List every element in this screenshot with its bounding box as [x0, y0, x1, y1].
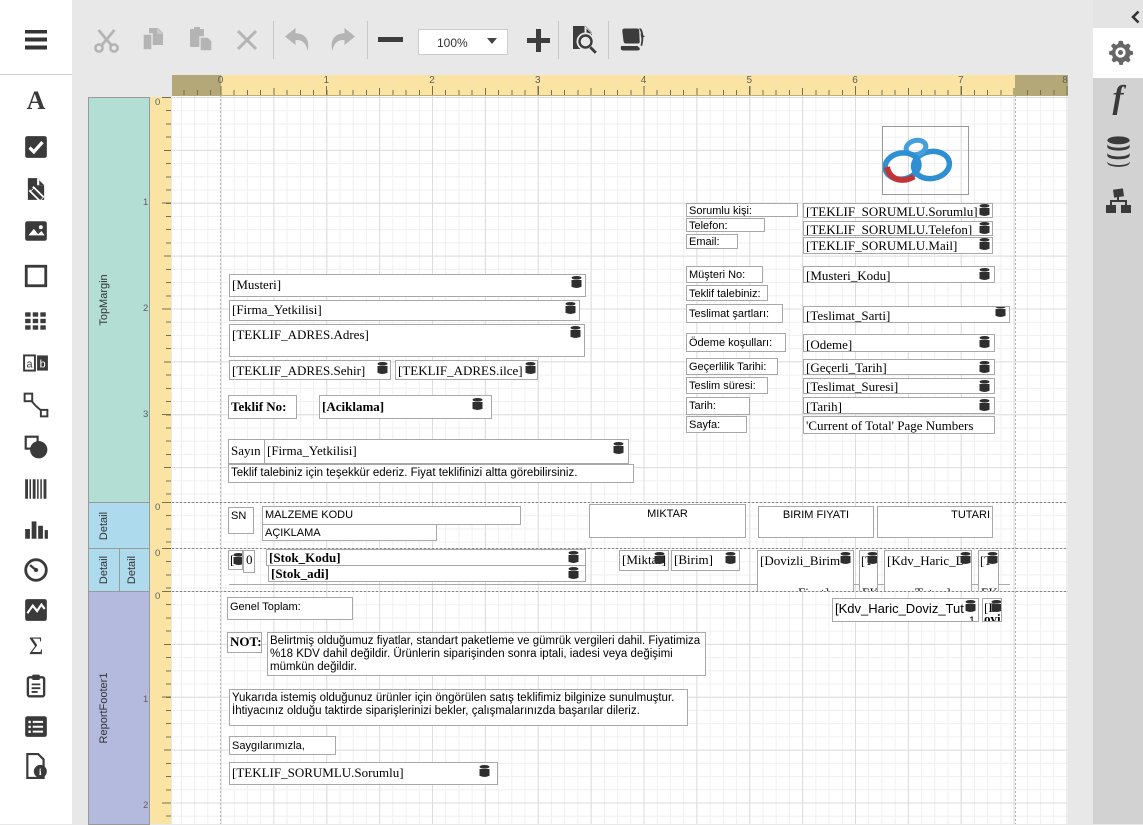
svg-text:a: a	[26, 358, 33, 370]
svg-text:i: i	[39, 767, 42, 778]
svg-text:b: b	[40, 358, 46, 370]
